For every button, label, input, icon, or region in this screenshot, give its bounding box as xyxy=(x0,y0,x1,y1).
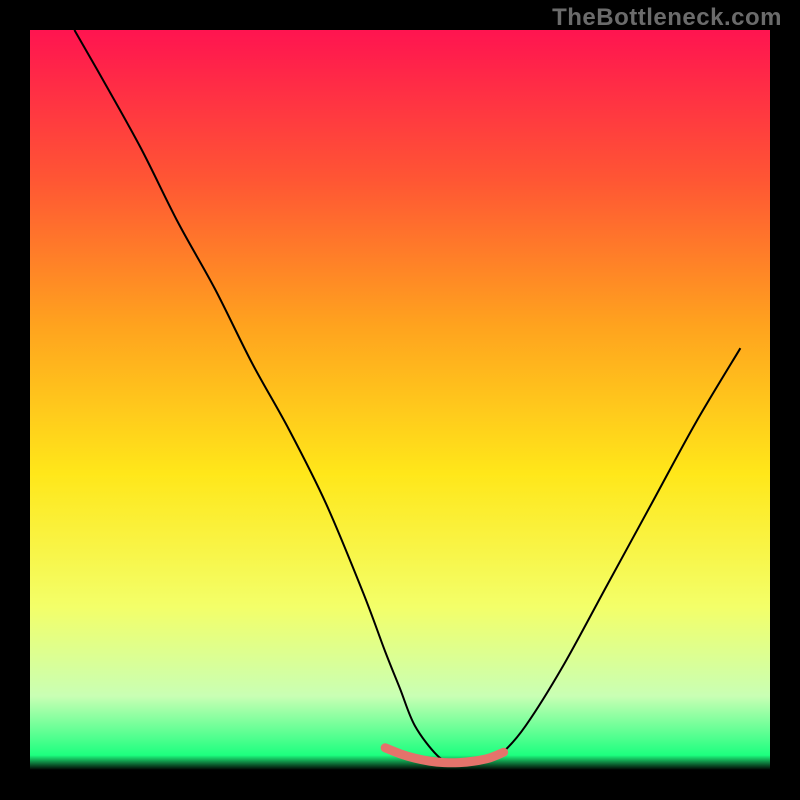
chart-frame: TheBottleneck.com xyxy=(0,0,800,800)
watermark-text: TheBottleneck.com xyxy=(552,4,782,32)
gradient-background xyxy=(30,30,770,770)
chart-canvas xyxy=(0,0,800,800)
